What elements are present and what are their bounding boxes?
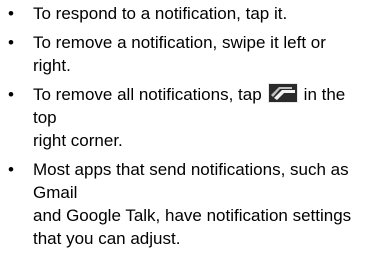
list-item: • To remove a notification, swipe it lef… — [0, 31, 387, 77]
bullet-glyph: • — [8, 85, 14, 104]
list-item-text: in the — [303, 85, 346, 104]
list-item-text-with-icon: To remove all notifications, tap in the — [33, 83, 387, 106]
list-item-text: To remove a notification, swipe it left … — [33, 33, 326, 52]
list-item: • Most apps that send notifications, suc… — [0, 158, 387, 250]
clear-all-notifications-icon — [267, 83, 298, 103]
list-item-text: right. — [33, 56, 71, 75]
list-item-text: and Google Talk, have notification setti… — [33, 206, 352, 225]
list-item-text: Gmail — [33, 183, 78, 202]
bullet-glyph: • — [8, 33, 14, 52]
list-item: • To remove all notifications, tap in th… — [0, 83, 387, 152]
list-item-text: To respond to a notification, tap it. — [33, 4, 288, 23]
notification-instructions-list: • To respond to a notification, tap it. … — [0, 0, 387, 256]
list-item-text: Most apps that send notifications, such … — [33, 160, 349, 179]
list-item-text: that you can adjust. — [33, 229, 181, 248]
list-item-text: right corner. — [33, 131, 123, 150]
bullet-glyph: • — [8, 160, 14, 179]
bullet-glyph: • — [8, 4, 14, 23]
list-item: • To respond to a notification, tap it. — [0, 2, 387, 25]
list-item-text: To remove all notifications, tap — [33, 85, 262, 104]
list-item-text: top — [33, 108, 57, 127]
